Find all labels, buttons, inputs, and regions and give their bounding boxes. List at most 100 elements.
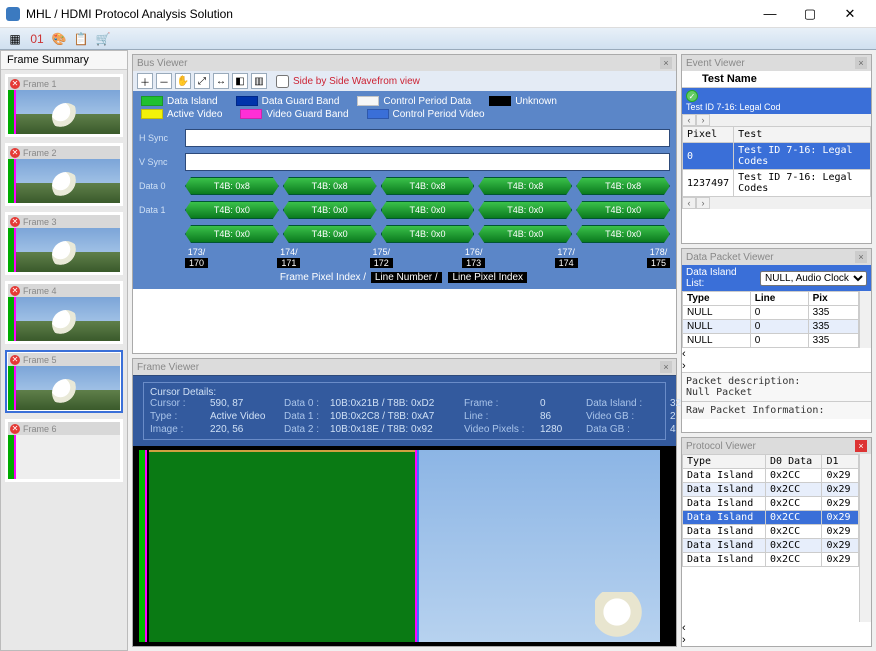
table-row[interactable]: 0Test ID 7-16: Legal Codes	[683, 143, 871, 170]
frame-thumbnail[interactable]: ✕Frame 5	[5, 350, 123, 413]
active-video-block	[149, 450, 415, 642]
clipboard-icon[interactable]: 📋	[72, 30, 90, 48]
close-icon[interactable]: ×	[855, 251, 867, 263]
close-icon[interactable]: ×	[855, 57, 867, 69]
bus-wave-area[interactable]: H Sync V Sync Data 0 T4B: 0x8T4B: 0x8T4B…	[133, 125, 676, 268]
frame-viewer-title: Frame Viewer	[137, 362, 199, 373]
grid-toggle-icon[interactable]: ▥	[251, 73, 267, 89]
frame-thumbnail[interactable]: ✕Frame 2	[5, 143, 123, 206]
col-pix[interactable]: Pix	[808, 292, 858, 306]
packet-table[interactable]: Type Line Pix NULL0335NULL0335NULL0335	[682, 291, 859, 348]
side-by-side-input[interactable]	[276, 75, 289, 88]
data-segment[interactable]: T4B: 0x8	[576, 177, 670, 195]
lane-data2[interactable]: T4B: 0x0T4B: 0x0T4B: 0x0T4B: 0x0T4B: 0x0	[185, 225, 670, 243]
table-row[interactable]: Data Island0x2CC0x29	[683, 539, 859, 553]
fit-icon[interactable]: ⤢	[194, 73, 210, 89]
cart-icon[interactable]: 🛒	[94, 30, 112, 48]
table-row[interactable]: Data Island0x2CC0x29	[683, 497, 859, 511]
close-icon[interactable]: ×	[660, 57, 672, 69]
close-icon[interactable]: ×	[660, 361, 672, 373]
data-segment[interactable]: T4B: 0x0	[478, 225, 572, 243]
table-row[interactable]: Data Island0x2CC0x29	[683, 511, 859, 525]
col-test[interactable]: Test	[734, 127, 871, 143]
side-by-side-checkbox[interactable]: Side by Side Wavefrom view	[276, 75, 420, 88]
numbers-icon[interactable]: 01	[28, 30, 46, 48]
table-row[interactable]: Data Island0x2CC0x29	[683, 483, 859, 497]
lane-hsync[interactable]	[185, 129, 670, 147]
data-segment[interactable]: T4B: 0x0	[283, 225, 377, 243]
data-segment[interactable]: T4B: 0x0	[381, 225, 475, 243]
main-toolbar: ▦ 01 🎨 📋 🛒	[0, 28, 876, 50]
bus-viewer-title: Bus Viewer	[137, 58, 187, 69]
data-island-list-select[interactable]: NULL, Audio Clock	[760, 271, 867, 286]
bus-viewer-toolbar: ＋ － ✋ ⤢ ↔ ◧ ▥ Side by Side Wavefrom view	[133, 71, 676, 91]
frame-thumbnail[interactable]: ✕Frame 1	[5, 74, 123, 137]
close-button[interactable]: ✕	[830, 2, 870, 26]
table-row[interactable]: 1237497Test ID 7-16: Legal Codes	[683, 170, 871, 197]
data-segment[interactable]: T4B: 0x8	[185, 177, 279, 195]
lane-data1[interactable]: T4B: 0x0T4B: 0x0T4B: 0x0T4B: 0x0T4B: 0x0	[185, 201, 670, 219]
col-type[interactable]: Type	[683, 455, 766, 469]
zoom-out-icon[interactable]: －	[156, 73, 172, 89]
table-row[interactable]: NULL0335	[683, 334, 859, 348]
legend-swatch	[236, 96, 258, 106]
grid-icon[interactable]: ▦	[6, 30, 24, 48]
v-scrollbar[interactable]	[859, 454, 871, 622]
window-title: MHL / HDMI Protocol Analysis Solution	[26, 7, 750, 21]
table-row[interactable]: NULL0335	[683, 306, 859, 320]
frame-preview[interactable]	[133, 446, 676, 646]
data-segment[interactable]: T4B: 0x0	[478, 201, 572, 219]
h-scrollbar[interactable]: ‹›	[682, 114, 871, 126]
col-type[interactable]: Type	[683, 292, 751, 306]
table-row[interactable]: Data Island0x2CC0x29	[683, 525, 859, 539]
markers-icon[interactable]: ◧	[232, 73, 248, 89]
v-scrollbar[interactable]	[859, 291, 871, 348]
h-scrollbar[interactable]: ‹›	[682, 348, 871, 372]
data-segment[interactable]: T4B: 0x8	[478, 177, 572, 195]
data-segment[interactable]: T4B: 0x0	[381, 201, 475, 219]
lane-vsync[interactable]	[185, 153, 670, 171]
data-segment[interactable]: T4B: 0x8	[283, 177, 377, 195]
frame-thumbnail[interactable]: ✕Frame 6	[5, 419, 123, 482]
h-scrollbar[interactable]: ‹›	[682, 622, 871, 646]
lane-data1-label: Data 1	[139, 205, 185, 215]
frame-thumbnail[interactable]: ✕Frame 4	[5, 281, 123, 344]
minimize-button[interactable]: —	[750, 2, 790, 26]
error-icon: ✕	[10, 217, 20, 227]
data-segment[interactable]: T4B: 0x0	[576, 225, 670, 243]
data-segment[interactable]: T4B: 0x0	[185, 225, 279, 243]
table-row[interactable]: Data Island0x2CC0x29	[683, 469, 859, 483]
close-icon[interactable]: ×	[855, 440, 867, 452]
fit-width-icon[interactable]: ↔	[213, 73, 229, 89]
maximize-button[interactable]: ▢	[790, 2, 830, 26]
col-d0[interactable]: D0 Data	[766, 455, 822, 469]
data-segment[interactable]: T4B: 0x0	[576, 201, 670, 219]
event-table[interactable]: Pixel Test 0Test ID 7-16: Legal Codes123…	[682, 126, 871, 197]
data-segment[interactable]: T4B: 0x0	[185, 201, 279, 219]
frame-label: Frame 3	[23, 217, 57, 227]
cursor-label: Data GB :	[586, 424, 666, 435]
zoom-in-icon[interactable]: ＋	[137, 73, 153, 89]
table-row[interactable]: NULL0335	[683, 320, 859, 334]
col-pixel[interactable]: Pixel	[683, 127, 734, 143]
col-line[interactable]: Line	[750, 292, 808, 306]
event-selected-test-row[interactable]: ✓ Test ID 7-16: Legal Cod	[682, 88, 871, 114]
data-segment[interactable]: T4B: 0x0	[283, 201, 377, 219]
cursor-value: 10B:0x21B / T8B: 0xD2	[330, 398, 460, 409]
cursor-label: Video GB :	[586, 411, 666, 422]
hand-icon[interactable]: ✋	[175, 73, 191, 89]
col-testname: Test Name	[702, 73, 757, 85]
frame-thumbnail-list[interactable]: ✕Frame 1✕Frame 2✕Frame 3✕Frame 4✕Frame 5…	[1, 70, 127, 650]
col-d1[interactable]: D1	[822, 455, 859, 469]
decoded-image-region	[419, 450, 660, 642]
table-row[interactable]: Data Island0x2CC0x29	[683, 553, 859, 567]
event-selected-test-label: Test ID 7-16: Legal Cod	[686, 102, 781, 112]
raw-packet-info: Raw Packet Information:	[682, 401, 871, 419]
protocol-table[interactable]: Type D0 Data D1 Data Island0x2CC0x29Data…	[682, 454, 859, 567]
frame-thumbnail[interactable]: ✕Frame 3	[5, 212, 123, 275]
lane-data0[interactable]: T4B: 0x8T4B: 0x8T4B: 0x8T4B: 0x8T4B: 0x8	[185, 177, 670, 195]
data-segment[interactable]: T4B: 0x8	[381, 177, 475, 195]
cursor-value: 10B:0x18E / T8B: 0x92	[330, 424, 460, 435]
h-scrollbar[interactable]: ‹›	[682, 197, 871, 209]
paint-icon[interactable]: 🎨	[50, 30, 68, 48]
